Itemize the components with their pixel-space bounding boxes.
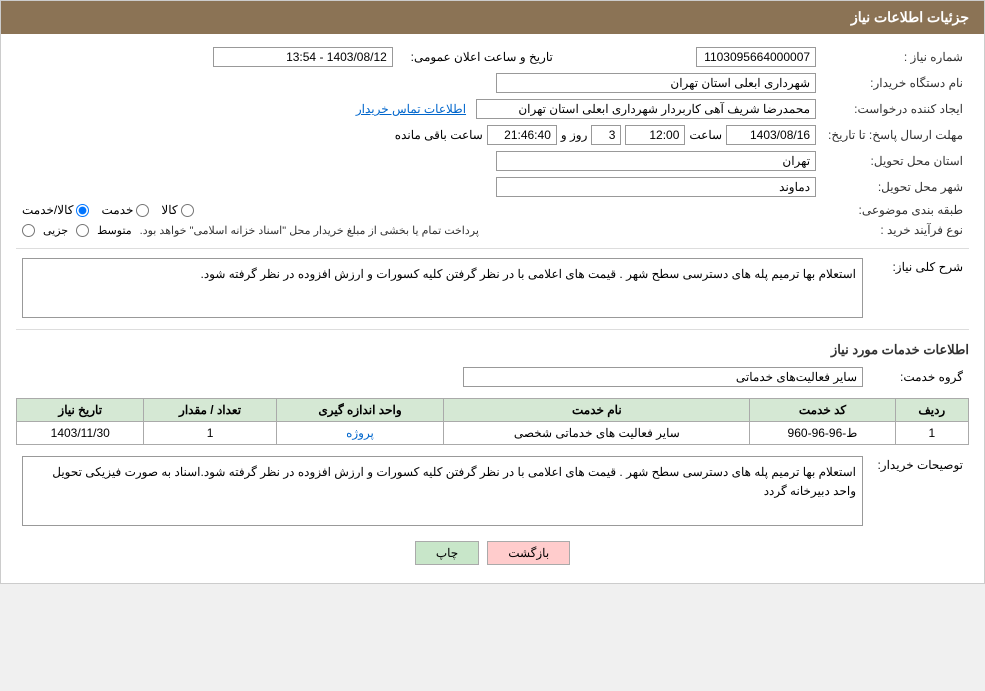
deadline-time-display: 12:00 [625, 125, 685, 145]
services-section-title: اطلاعات خدمات مورد نیاز [16, 342, 969, 358]
col-name: نام خدمت [444, 399, 750, 422]
deadline-date-display: 1403/08/16 [726, 125, 816, 145]
creator-display: محمدرضا شریف آهی کاربردار شهرداری ابعلی … [476, 99, 816, 119]
creator-value: محمدرضا شریف آهی کاربردار شهرداری ابعلی … [16, 96, 822, 122]
buyer-name-display: شهرداری ابعلی استان تهران [496, 73, 816, 93]
col-code: کد خدمت [750, 399, 895, 422]
process-motavasset-label: متوسط [97, 224, 132, 237]
pub-datetime-value: 1403/08/12 - 13:54 [16, 44, 399, 70]
service-group-table: گروه خدمت: سایر فعالیت‌های خدماتی [16, 364, 969, 390]
need-number-label: شماره نیاز : [822, 44, 969, 70]
description-table: شرح کلی نیاز: استعلام بها ترمیم پله های … [16, 255, 969, 321]
description-value: استعلام بها ترمیم پله های دسترسی سطح شهر… [16, 255, 869, 321]
province-value: تهران [16, 148, 822, 174]
pub-datetime-label: تاریخ و ساعت اعلان عمومی: [399, 44, 559, 70]
category-kala[interactable]: کالا [161, 203, 193, 217]
main-container: جزئیات اطلاعات نیاز شماره نیاز : 1103095… [0, 0, 985, 584]
province-label: استان محل تحویل: [822, 148, 969, 174]
remaining-time-label: ساعت باقی مانده [395, 128, 483, 142]
category-options: کالا/خدمت خدمت کالا [16, 200, 822, 220]
buyer-desc-box: استعلام بها ترمیم پله های دسترسی سطح شهر… [22, 456, 863, 526]
divider-1 [16, 248, 969, 249]
city-display: دماوند [496, 177, 816, 197]
basic-info-table: شماره نیاز : 1103095664000007 تاریخ و سا… [16, 44, 969, 240]
buyer-desc-label: توصیحات خریدار: [869, 453, 969, 529]
process-jozi-label: جزیی [43, 224, 68, 237]
page-content: شماره نیاز : 1103095664000007 تاریخ و سا… [1, 34, 984, 583]
service-group-value: سایر فعالیت‌های خدماتی [16, 364, 869, 390]
cell-name: سایر فعالیت های خدماتی شخصی [444, 422, 750, 445]
col-date: تاریخ نیاز [17, 399, 144, 422]
description-box: استعلام بها ترمیم پله های دسترسی سطح شهر… [22, 258, 863, 318]
services-table: ردیف کد خدمت نام خدمت واحد اندازه گیری ت… [16, 398, 969, 445]
process-motavasset-radio[interactable] [76, 224, 89, 237]
divider-2 [16, 329, 969, 330]
remaining-days-label: روز و [561, 128, 588, 142]
service-group-display: سایر فعالیت‌های خدماتی [463, 367, 863, 387]
category-label: طبقه بندی موضوعی: [822, 200, 969, 220]
city-label: شهر محل تحویل: [822, 174, 969, 200]
city-value: دماوند [16, 174, 822, 200]
print-button[interactable]: چاپ [415, 541, 479, 565]
category-kala-khedmat[interactable]: کالا/خدمت [22, 203, 89, 217]
need-number-value: 1103095664000007 [559, 44, 822, 70]
cell-qty: 1 [144, 422, 276, 445]
deadline-label: مهلت ارسال پاسخ: تا تاریخ: [822, 122, 969, 148]
pub-datetime-display: 1403/08/12 - 13:54 [213, 47, 393, 67]
col-qty: تعداد / مقدار [144, 399, 276, 422]
buyer-name-label: نام دستگاه خریدار: [822, 70, 969, 96]
description-label: شرح کلی نیاز: [869, 255, 969, 321]
creator-link[interactable]: اطلاعات تماس خریدار [356, 102, 466, 116]
process-row: جزیی متوسط پرداخت تمام یا بخشی از مبلغ خ… [16, 220, 822, 240]
page-header: جزئیات اطلاعات نیاز [1, 1, 984, 34]
table-row: 1ط-96-96-960سایر فعالیت های خدماتی شخصیپ… [17, 422, 969, 445]
process-text: پرداخت تمام یا بخشی از مبلغ خریدار محل "… [140, 224, 479, 237]
cell-row: 1 [895, 422, 968, 445]
col-row: ردیف [895, 399, 968, 422]
deadline-time-label: ساعت [689, 128, 722, 142]
buyer-name-value: شهرداری ابعلی استان تهران [16, 70, 822, 96]
remaining-days-display: 3 [591, 125, 621, 145]
service-group-label: گروه خدمت: [869, 364, 969, 390]
category-khedmat[interactable]: خدمت [101, 203, 149, 217]
creator-label: ایجاد کننده درخواست: [822, 96, 969, 122]
page-title: جزئیات اطلاعات نیاز [851, 9, 969, 25]
cell-unit: پروژه [276, 422, 444, 445]
cell-date: 1403/11/30 [17, 422, 144, 445]
buyer-desc-table: توصیحات خریدار: استعلام بها ترمیم پله ها… [16, 453, 969, 529]
col-unit: واحد اندازه گیری [276, 399, 444, 422]
need-number-display: 1103095664000007 [696, 47, 816, 67]
button-row: بازگشت چاپ [16, 541, 969, 565]
remaining-time-display: 21:46:40 [487, 125, 557, 145]
buyer-desc-value: استعلام بها ترمیم پله های دسترسی سطح شهر… [16, 453, 869, 529]
province-display: تهران [496, 151, 816, 171]
deadline-row: 1403/08/16 ساعت 12:00 3 روز و 21:46:40 س… [16, 122, 822, 148]
cell-code: ط-96-96-960 [750, 422, 895, 445]
process-jozi-radio[interactable] [22, 224, 35, 237]
process-label: نوع فرآیند خرید : [822, 220, 969, 240]
back-button[interactable]: بازگشت [487, 541, 570, 565]
